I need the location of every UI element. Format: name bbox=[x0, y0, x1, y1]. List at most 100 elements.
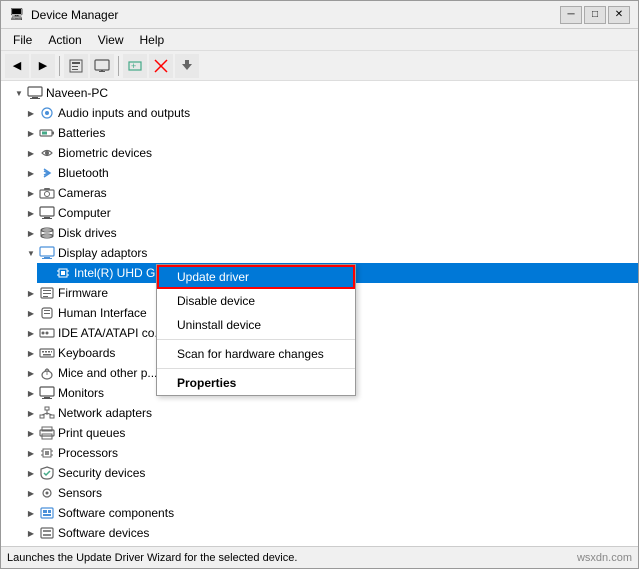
expand-icon[interactable]: ▼ bbox=[11, 85, 27, 101]
expand-sensors[interactable]: ▶ bbox=[23, 485, 39, 501]
expand-bluetooth[interactable]: ▶ bbox=[23, 165, 39, 181]
svg-text:+: + bbox=[131, 61, 136, 71]
sound-icon bbox=[39, 545, 55, 546]
disk-icon bbox=[39, 225, 55, 241]
ctx-properties[interactable]: Properties bbox=[157, 371, 355, 395]
expand-firmware[interactable]: ▶ bbox=[23, 285, 39, 301]
keyboard-icon bbox=[39, 345, 55, 361]
expand-sound[interactable]: ▶ bbox=[23, 545, 39, 546]
expand-processors[interactable]: ▶ bbox=[23, 445, 39, 461]
device-tree[interactable]: ▼ Naveen-PC ▶ bbox=[1, 81, 638, 546]
tree-network[interactable]: ▶ Network adapters bbox=[21, 403, 638, 423]
toolbar-add[interactable]: + bbox=[123, 54, 147, 78]
title-bar: 🖥 Device Manager ─ □ ✕ bbox=[1, 1, 638, 29]
toolbar: ◀ ▶ + bbox=[1, 51, 638, 81]
expand-batteries[interactable]: ▶ bbox=[23, 125, 39, 141]
display-icon bbox=[39, 245, 55, 261]
window-title: Device Manager bbox=[31, 8, 554, 22]
tree-print-label: Print queues bbox=[58, 426, 125, 440]
device-manager-window: 🖥 Device Manager ─ □ ✕ File Action View … bbox=[0, 0, 639, 569]
tree-root[interactable]: ▼ Naveen-PC bbox=[9, 83, 638, 103]
maximize-button[interactable]: □ bbox=[584, 6, 606, 24]
ctx-scan-hardware[interactable]: Scan for hardware changes bbox=[157, 342, 355, 366]
tree-root-label: Naveen-PC bbox=[46, 86, 108, 100]
expand-audio[interactable]: ▶ bbox=[23, 105, 39, 121]
menu-help[interactable]: Help bbox=[132, 31, 173, 48]
tree-print[interactable]: ▶ Print queues bbox=[21, 423, 638, 443]
toolbar-update[interactable] bbox=[175, 54, 199, 78]
expand-monitors[interactable]: ▶ bbox=[23, 385, 39, 401]
expand-disk[interactable]: ▶ bbox=[23, 225, 39, 241]
monitor-icon bbox=[39, 385, 55, 401]
menu-file[interactable]: File bbox=[5, 31, 40, 48]
toolbar-sep-1 bbox=[59, 56, 60, 76]
tree-cameras[interactable]: ▶ Cameras bbox=[21, 183, 638, 203]
tree-processors-label: Processors bbox=[58, 446, 118, 460]
expand-ide[interactable]: ▶ bbox=[23, 325, 39, 341]
expand-sw-components[interactable]: ▶ bbox=[23, 505, 39, 521]
ide-icon bbox=[39, 325, 55, 341]
expand-display[interactable]: ▼ bbox=[23, 245, 39, 261]
tree-mice-label: Mice and other p... bbox=[58, 366, 157, 380]
tree-display[interactable]: ▼ Display adaptors bbox=[21, 243, 638, 263]
expand-sw-devices[interactable]: ▶ bbox=[23, 525, 39, 541]
audio-icon bbox=[39, 105, 55, 121]
menu-view[interactable]: View bbox=[90, 31, 132, 48]
tree-disk[interactable]: ▶ Disk drives bbox=[21, 223, 638, 243]
tree-security-label: Security devices bbox=[58, 466, 145, 480]
expand-biometric[interactable]: ▶ bbox=[23, 145, 39, 161]
tree-audio[interactable]: ▶ Audio inputs and outputs bbox=[21, 103, 638, 123]
status-bar: Launches the Update Driver Wizard for th… bbox=[1, 546, 638, 568]
tree-sw-components-label: Software components bbox=[58, 506, 174, 520]
toolbar-remove[interactable] bbox=[149, 54, 173, 78]
battery-icon bbox=[39, 125, 55, 141]
toolbar-scan[interactable] bbox=[90, 54, 114, 78]
ctx-uninstall-device[interactable]: Uninstall device bbox=[157, 313, 355, 337]
tree-ide-label: IDE ATA/ATAPI co... bbox=[58, 326, 164, 340]
tree-display-label: Display adaptors bbox=[58, 246, 147, 260]
tree-biometric[interactable]: ▶ Biometric devices bbox=[21, 143, 638, 163]
tree-sw-components[interactable]: ▶ Software components bbox=[21, 503, 638, 523]
expand-security[interactable]: ▶ bbox=[23, 465, 39, 481]
close-button[interactable]: ✕ bbox=[608, 6, 630, 24]
tree-sound[interactable]: ▶ Sound, video and game controllers bbox=[21, 543, 638, 546]
hid-icon bbox=[39, 305, 55, 321]
tree-bluetooth[interactable]: ▶ Bluetooth bbox=[21, 163, 638, 183]
expand-cameras[interactable]: ▶ bbox=[23, 185, 39, 201]
toolbar-back[interactable]: ◀ bbox=[5, 54, 29, 78]
toolbar-forward[interactable]: ▶ bbox=[31, 54, 55, 78]
minimize-button[interactable]: ─ bbox=[560, 6, 582, 24]
bluetooth-icon bbox=[39, 165, 55, 181]
expand-print[interactable]: ▶ bbox=[23, 425, 39, 441]
menu-action[interactable]: Action bbox=[40, 31, 89, 48]
expand-network[interactable]: ▶ bbox=[23, 405, 39, 421]
network-icon bbox=[39, 405, 55, 421]
sw-devices-icon bbox=[39, 525, 55, 541]
context-menu: Update driver Disable device Uninstall d… bbox=[156, 264, 356, 396]
tree-sw-devices[interactable]: ▶ Software devices bbox=[21, 523, 638, 543]
sw-components-icon bbox=[39, 505, 55, 521]
tree-audio-label: Audio inputs and outputs bbox=[58, 106, 190, 120]
tree-security[interactable]: ▶ Security devices bbox=[21, 463, 638, 483]
tree-keyboard-label: Keyboards bbox=[58, 346, 115, 360]
tree-processors[interactable]: ▶ Processors bbox=[21, 443, 638, 463]
tree-batteries[interactable]: ▶ Batteries bbox=[21, 123, 638, 143]
tree-biometric-label: Biometric devices bbox=[58, 146, 152, 160]
ctx-disable-device[interactable]: Disable device bbox=[157, 289, 355, 313]
ctx-update-driver[interactable]: Update driver bbox=[157, 265, 355, 289]
computer2-icon bbox=[39, 205, 55, 221]
camera-icon bbox=[39, 185, 55, 201]
chip-icon bbox=[55, 265, 71, 281]
tree-computer[interactable]: ▶ Computer bbox=[21, 203, 638, 223]
firmware-icon bbox=[39, 285, 55, 301]
expand-computer[interactable]: ▶ bbox=[23, 205, 39, 221]
ctx-sep-2 bbox=[157, 368, 355, 369]
mice-icon bbox=[39, 365, 55, 381]
expand-mice[interactable]: ▶ bbox=[23, 365, 39, 381]
tree-batteries-label: Batteries bbox=[58, 126, 105, 140]
toolbar-properties[interactable] bbox=[64, 54, 88, 78]
expand-keyboard[interactable]: ▶ bbox=[23, 345, 39, 361]
expand-hid[interactable]: ▶ bbox=[23, 305, 39, 321]
tree-sensors[interactable]: ▶ Sensors bbox=[21, 483, 638, 503]
expand-intel bbox=[39, 265, 55, 281]
